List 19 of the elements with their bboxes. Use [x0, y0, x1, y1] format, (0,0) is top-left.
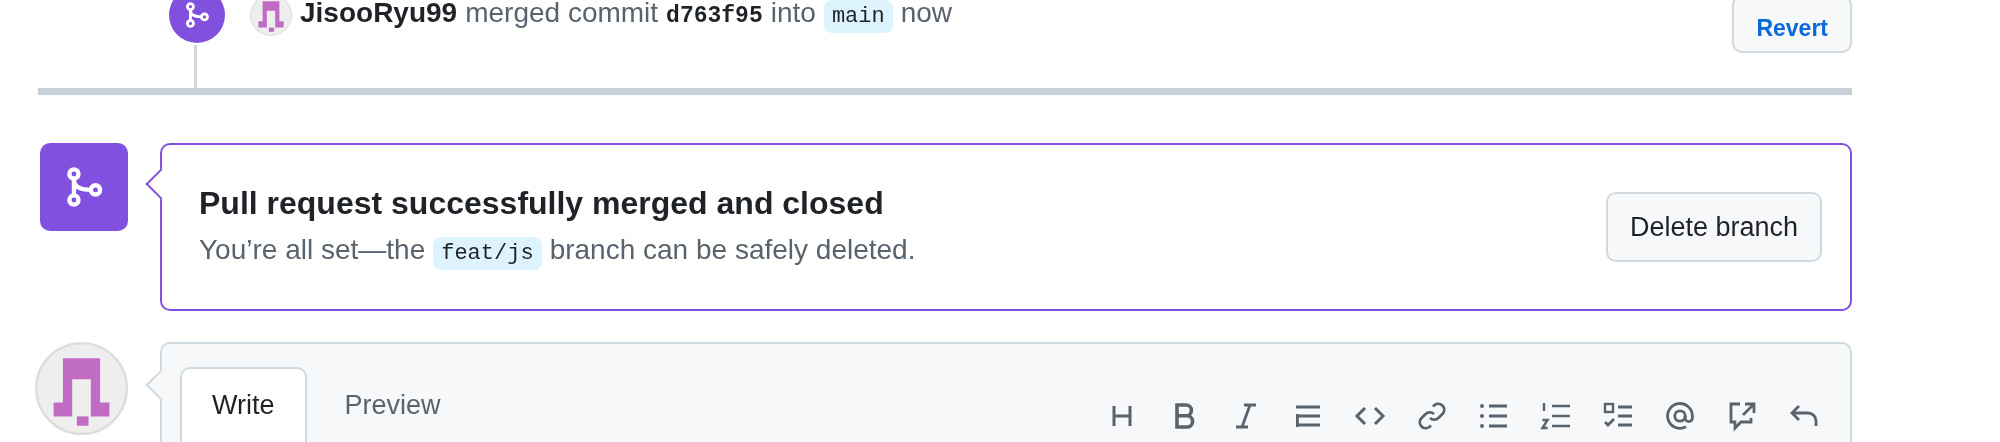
delete-branch-button[interactable]: Delete branch — [1605, 192, 1822, 262]
editor-tab[interactable]: Write — [180, 367, 307, 442]
link-icon[interactable] — [1416, 400, 1448, 432]
branch-label[interactable]: main — [823, 0, 893, 33]
event-text: into — [770, 0, 816, 29]
branch-label: feat/js — [433, 236, 542, 270]
event-text: merged commit — [465, 0, 659, 29]
timestamp: now — [900, 0, 953, 29]
timeline-connector — [194, 45, 197, 88]
notice-text: You’re all set—the — [199, 233, 426, 266]
editor-tab[interactable]: Preview — [312, 367, 473, 442]
commit-link[interactable]: d763f95 — [666, 3, 763, 29]
mention-icon[interactable] — [1664, 400, 1696, 432]
user-link[interactable]: JisooRyu99 — [300, 0, 458, 29]
notice-text: branch can be safely deleted. — [549, 233, 916, 266]
identicon-avatar — [250, 0, 292, 36]
revert-button[interactable]: Revert — [1732, 0, 1852, 53]
numbered-list-icon[interactable] — [1540, 400, 1572, 432]
notice-title: Pull request successfully merged and closed — [199, 184, 885, 222]
